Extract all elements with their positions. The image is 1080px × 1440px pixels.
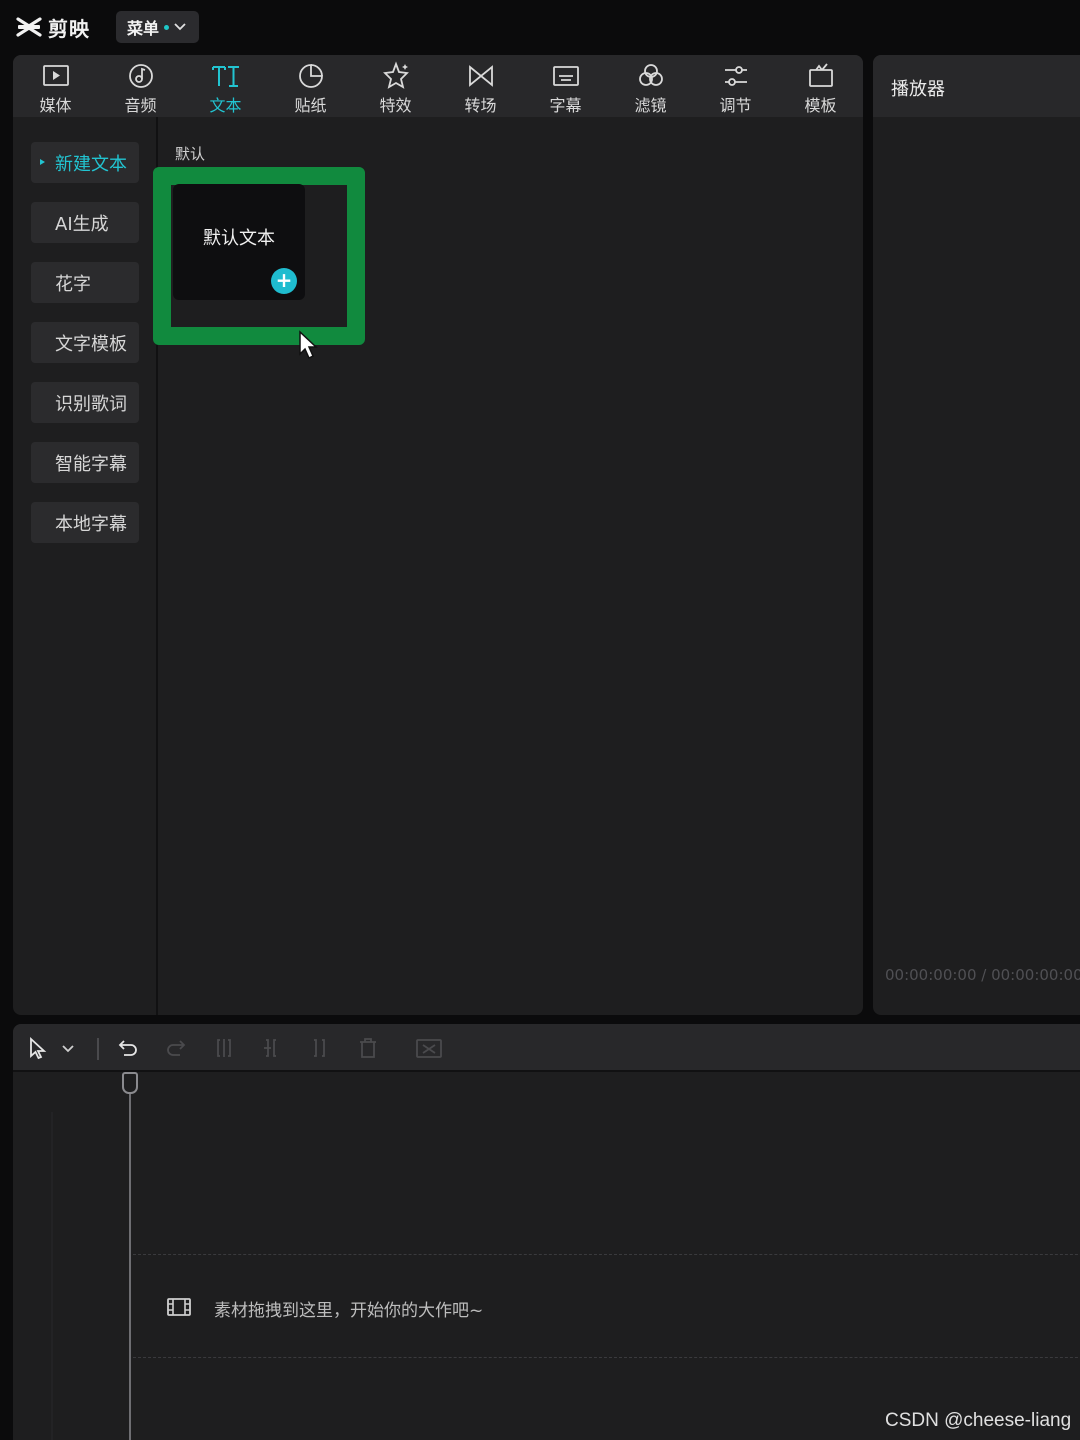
- template-icon: [808, 63, 833, 87]
- app-name: 剪映: [48, 16, 90, 41]
- menu-label: 菜单: [127, 19, 160, 38]
- player-timecode: 00:00:00:00 / 00:00:00:00: [885, 966, 1080, 984]
- section-title: 默认: [175, 145, 206, 163]
- add-to-track-button[interactable]: +: [271, 268, 297, 294]
- sidebar-item-label: 花字: [55, 273, 91, 295]
- tab-label: 转场: [464, 96, 497, 115]
- tab-label: 字幕: [549, 96, 582, 115]
- player-panel: 播放器 00:00:00:00 / 00:00:00:00: [873, 55, 1080, 1015]
- track-header-divider: [51, 1112, 53, 1440]
- tab-sticker[interactable]: 贴纸: [268, 55, 353, 117]
- chevron-down-icon[interactable]: [61, 1036, 75, 1060]
- app-window: 剪映 菜单 媒体 音频 文本 贴纸 特效 转场 字幕 滤镜 调节 模板 新建文本…: [0, 0, 1080, 1440]
- split-icon[interactable]: [212, 1036, 236, 1060]
- menu-button[interactable]: 菜单: [116, 11, 199, 43]
- sidebar-item-label: 识别歌词: [55, 393, 127, 415]
- tab-audio[interactable]: 音频: [98, 55, 183, 117]
- mouse-cursor-icon: [299, 330, 318, 360]
- sidebar-item-new-text[interactable]: 新建文本: [31, 142, 139, 183]
- tab-effects[interactable]: 特效: [353, 55, 438, 117]
- sidebar-item-local-subtitle[interactable]: 本地字幕: [31, 502, 139, 543]
- tab-label: 贴纸: [294, 96, 327, 115]
- tab-label: 特效: [379, 96, 412, 115]
- playhead-line: [129, 1086, 131, 1440]
- watermark: CSDN @cheese-liang: [885, 1410, 1072, 1431]
- trim-left-icon[interactable]: [260, 1036, 284, 1060]
- tab-filter[interactable]: 滤镜: [608, 55, 693, 117]
- transition-icon: [468, 65, 493, 87]
- tab-label: 滤镜: [634, 96, 667, 115]
- trim-right-icon[interactable]: [308, 1036, 332, 1060]
- tab-label: 媒体: [39, 96, 72, 115]
- sidebar-item-label: 文字模板: [55, 333, 127, 355]
- sidebar-item-label: 新建文本: [55, 153, 127, 175]
- undo-icon[interactable]: [116, 1036, 140, 1060]
- redo-icon[interactable]: [164, 1036, 188, 1060]
- audio-icon: [128, 64, 153, 88]
- drop-hint-text: 素材拖拽到这里，开始你的大作吧~: [214, 1301, 484, 1321]
- tab-label: 调节: [719, 96, 752, 115]
- resource-panel: 媒体 音频 文本 贴纸 特效 转场 字幕 滤镜 调节 模板 新建文本 AI生成 …: [13, 55, 863, 1015]
- sidebar-item-label: 智能字幕: [55, 453, 127, 475]
- filter-icon: [638, 64, 663, 86]
- sidebar-item-fancy-text[interactable]: 花字: [31, 262, 139, 303]
- tab-text[interactable]: 文本: [183, 55, 268, 117]
- title-bar: 剪映 菜单: [0, 0, 1080, 54]
- tab-transition[interactable]: 转场: [438, 55, 523, 117]
- sticker-icon: [298, 64, 323, 88]
- capcut-logo-icon: [16, 17, 42, 37]
- resource-toolbar: 媒体 音频 文本 贴纸 特效 转场 字幕 滤镜 调节 模板: [13, 55, 863, 117]
- tab-template[interactable]: 模板: [778, 55, 863, 117]
- menu-dot-indicator: [164, 24, 170, 30]
- effects-icon: [382, 61, 409, 89]
- playhead-handle[interactable]: [122, 1072, 138, 1094]
- text-category-sidebar: 新建文本 AI生成 花字 文字模板 识别歌词 智能字幕 本地字幕: [13, 117, 158, 1015]
- tab-subtitle[interactable]: 字幕: [523, 55, 608, 117]
- film-strip-icon: [167, 1298, 191, 1316]
- default-text-card[interactable]: 默认文本 +: [173, 184, 305, 300]
- tab-label: 文本: [209, 96, 242, 115]
- main-track-drop-zone[interactable]: 素材拖拽到这里，开始你的大作吧~: [133, 1254, 1080, 1358]
- subtitle-icon: [552, 66, 579, 86]
- player-title: 播放器: [891, 79, 945, 100]
- text-icon: [211, 66, 239, 87]
- tab-label: 模板: [804, 96, 837, 115]
- freeze-frame-icon[interactable]: [415, 1036, 443, 1060]
- sidebar-item-ai-generate[interactable]: AI生成: [31, 202, 139, 243]
- select-cursor-icon[interactable]: [27, 1036, 51, 1060]
- tab-label: 音频: [124, 96, 157, 115]
- chevron-down-icon: [174, 23, 186, 31]
- sidebar-item-recognize-lyrics[interactable]: 识别歌词: [31, 382, 139, 423]
- sidebar-item-label: AI生成: [55, 213, 109, 235]
- adjust-icon: [724, 66, 747, 86]
- media-icon: [42, 65, 69, 86]
- timeline-panel: 素材拖拽到这里，开始你的大作吧~: [13, 1024, 1080, 1440]
- player-header: 播放器: [873, 55, 1080, 117]
- sidebar-item-text-template[interactable]: 文字模板: [31, 322, 139, 363]
- timeline-toolbar: [13, 1024, 1080, 1072]
- tab-adjust[interactable]: 调节: [693, 55, 778, 117]
- app-logo: 剪映: [16, 13, 90, 41]
- tab-media[interactable]: 媒体: [13, 55, 98, 117]
- card-title: 默认文本: [203, 228, 275, 249]
- active-indicator-icon: [40, 159, 45, 165]
- sidebar-item-label: 本地字幕: [55, 513, 127, 535]
- sidebar-item-smart-subtitle[interactable]: 智能字幕: [31, 442, 139, 483]
- toolbar-divider: [97, 1038, 99, 1060]
- delete-icon[interactable]: [356, 1036, 380, 1060]
